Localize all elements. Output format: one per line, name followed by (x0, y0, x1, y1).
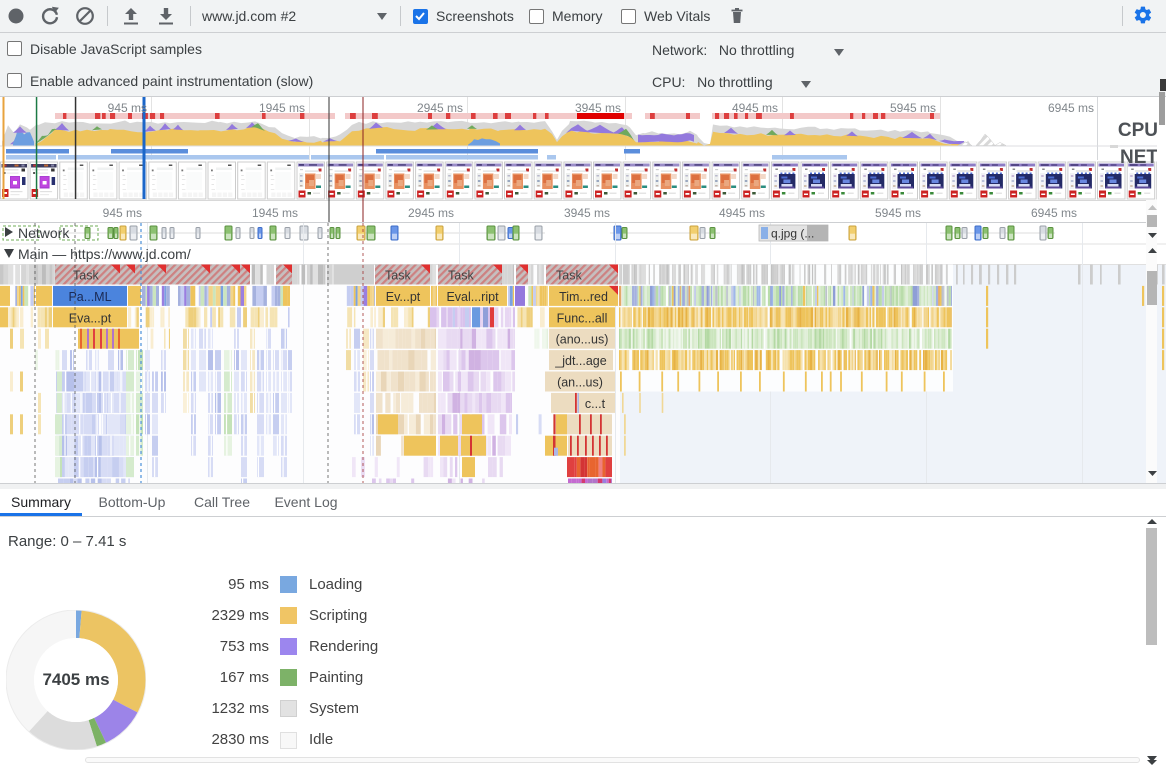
svg-text:5945 ms: 5945 ms (875, 206, 921, 220)
svg-text:(an...us): (an...us) (557, 376, 603, 390)
svg-text:Tim...red: Tim...red (559, 290, 608, 304)
svg-text:Task: Task (556, 269, 582, 283)
svg-text:CPU: CPU (1118, 120, 1158, 141)
svg-text:Network: Network (18, 225, 70, 241)
svg-text:q.jpg (...: q.jpg (... (771, 227, 814, 241)
svg-text:1945 ms: 1945 ms (252, 206, 298, 220)
svg-text:3945 ms: 3945 ms (564, 206, 610, 220)
svg-text:Task: Task (73, 269, 99, 283)
svg-text:Ev...pt: Ev...pt (386, 290, 421, 304)
svg-text:6945 ms: 6945 ms (1048, 101, 1094, 115)
svg-text:NET: NET (1120, 147, 1158, 168)
svg-text:_jdt...age: _jdt...age (554, 354, 606, 368)
svg-text:4945 ms: 4945 ms (719, 206, 765, 220)
svg-text:2945 ms: 2945 ms (408, 206, 454, 220)
svg-text:Task: Task (385, 269, 411, 283)
svg-text:5945 ms: 5945 ms (890, 101, 936, 115)
svg-text:945 ms: 945 ms (103, 206, 142, 220)
svg-text:6945 ms: 6945 ms (1031, 206, 1077, 220)
svg-text:Task: Task (448, 269, 474, 283)
svg-text:945 ms: 945 ms (108, 101, 147, 115)
svg-text:3945 ms: 3945 ms (575, 101, 621, 115)
svg-text:2945 ms: 2945 ms (417, 101, 463, 115)
svg-text:1945 ms: 1945 ms (259, 101, 305, 115)
svg-text:c...t: c...t (585, 397, 606, 411)
svg-text:Func...all: Func...all (557, 311, 608, 325)
svg-text:(ano...us): (ano...us) (556, 333, 609, 347)
svg-text:Main — https://www.jd.com/: Main — https://www.jd.com/ (18, 246, 191, 262)
svg-text:4945 ms: 4945 ms (732, 101, 778, 115)
svg-text:Eval...ript: Eval...ript (446, 290, 499, 304)
